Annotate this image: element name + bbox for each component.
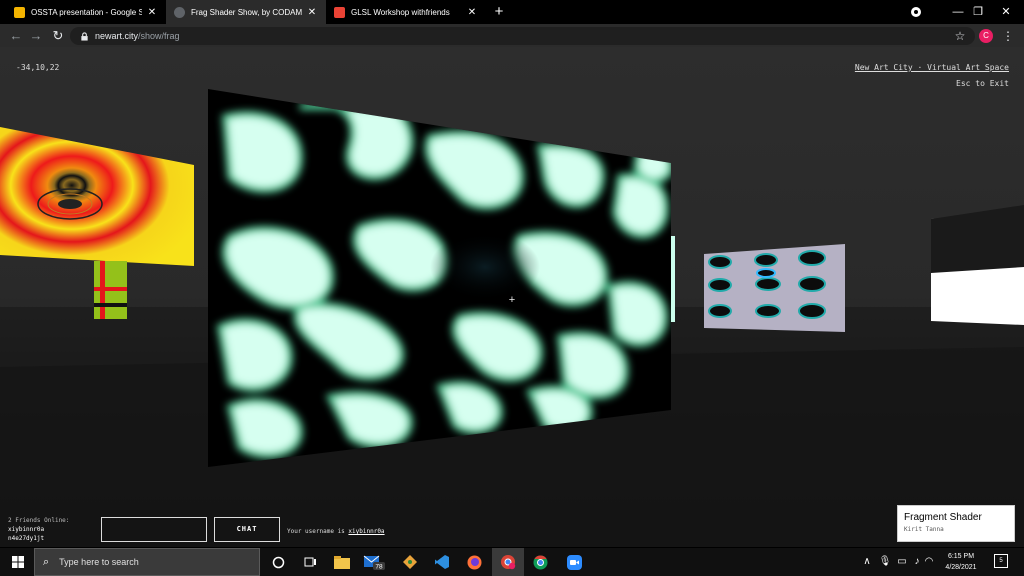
close-tab-icon[interactable]: ✕ — [306, 7, 318, 18]
clock-date: 4/28/2021 — [945, 564, 977, 571]
address-bar[interactable]: newart.city/show/frag — [70, 27, 975, 45]
browser-toolbar: ← → ↻ newart.city/show/frag ☆ C ⋮ — [0, 24, 1024, 47]
username-label: Your username is xiybinnr0a — [287, 528, 385, 535]
new-tab-button[interactable]: + — [490, 3, 508, 21]
friends-online-heading: 2 Friends Online: — [8, 517, 70, 524]
new-art-city-link[interactable]: New Art City · Virtual Art Space — [855, 63, 1009, 72]
clock-time: 6:15 PM — [947, 553, 975, 560]
battery-icon[interactable]: ▭ — [894, 548, 910, 576]
tab-ossta-presentation[interactable]: OSSTA presentation - Google Sli ✕ — [6, 0, 166, 24]
friends-online-panel: 2 Friends Online: xiybinnr0a n4e27dy1jt — [8, 516, 69, 543]
username-link[interactable]: xiybinnr0a — [348, 528, 384, 535]
bookmark-star-icon[interactable]: ☆ — [952, 27, 968, 45]
artwork-pattern-panel — [704, 244, 845, 332]
username-prefix: Your username is — [287, 528, 349, 535]
profile-avatar[interactable]: C — [979, 29, 993, 43]
search-icon: ⌕ — [43, 555, 50, 568]
tab-glsl-workshop[interactable]: GLSL Workshop withfriends ✕ — [326, 0, 486, 24]
artwork-artist: Kirit Tanna — [904, 526, 944, 533]
browser-tab-strip: OSSTA presentation - Google Sli ✕ Frag S… — [0, 0, 1024, 24]
chrome-icon[interactable] — [524, 548, 556, 576]
exit-hint: Esc to Exit — [956, 79, 1009, 88]
artwork-title: Fragment Shader — [904, 512, 982, 523]
tab-title: GLSL Workshop withfriends — [351, 7, 450, 17]
git-kraken-icon[interactable] — [394, 548, 426, 576]
tab-title: OSSTA presentation - Google Sli — [31, 7, 142, 17]
taskbar-search-box[interactable]: ⌕ Type here to search — [34, 548, 260, 576]
withfriends-icon — [334, 6, 345, 18]
friend-name: n4e27dy1jt — [8, 535, 45, 542]
zoom-icon[interactable] — [558, 548, 590, 576]
back-arrow-icon[interactable]: ← — [6, 26, 26, 46]
media-control-icon[interactable] — [911, 7, 921, 17]
windows-start-icon[interactable] — [2, 548, 34, 576]
cortana-icon[interactable] — [262, 548, 294, 576]
chrome-profile-icon[interactable] — [492, 548, 524, 576]
chat-button[interactable]: CHAT — [214, 517, 280, 542]
windows-taskbar: ⌕ Type here to search 78 ∧ 🎙︎ ▭ ♪ ◠ 6:15… — [0, 548, 1024, 576]
crosshair-icon: + — [508, 294, 516, 306]
reload-icon[interactable]: ↻ — [48, 26, 68, 46]
tab-frag-shader-show[interactable]: Frag Shader Show, by CODAME ✕ — [166, 0, 326, 24]
tab-title: Frag Shader Show, by CODAME — [191, 7, 302, 17]
chevron-up-icon[interactable]: ∧ — [860, 548, 874, 576]
google-slides-icon — [14, 6, 25, 18]
artwork-info-card[interactable]: Fragment Shader Kirit Tanna — [897, 505, 1015, 542]
system-clock[interactable]: 6:15 PM 4/28/2021 — [935, 551, 987, 573]
chat-input[interactable] — [101, 517, 207, 542]
mail-icon[interactable]: 78 — [358, 548, 390, 576]
url-host: newart.city — [95, 31, 139, 41]
lock-icon — [81, 31, 88, 41]
globe-icon — [174, 6, 185, 18]
microphone-icon[interactable]: 🎙︎ — [878, 548, 892, 576]
file-explorer-icon[interactable] — [326, 548, 358, 576]
firefox-icon[interactable] — [458, 548, 490, 576]
url-path: /show/frag — [138, 31, 180, 41]
close-window-button[interactable]: ✕ — [986, 0, 1024, 24]
close-tab-icon[interactable]: ✕ — [466, 7, 478, 18]
close-tab-icon[interactable]: ✕ — [146, 7, 158, 18]
notification-center-icon[interactable]: 5 — [994, 554, 1008, 568]
friend-name: xiybinnr0a — [8, 526, 45, 533]
mail-badge-count: 78 — [375, 564, 383, 571]
menu-dots-icon[interactable]: ⋮ — [1001, 27, 1015, 45]
position-coordinates: -34,10,22 — [16, 63, 60, 72]
search-placeholder: Type here to search — [59, 557, 139, 567]
virtual-gallery-viewport[interactable]: -34,10,22 New Art City · Virtual Art Spa… — [0, 47, 1024, 547]
task-view-icon[interactable] — [294, 548, 326, 576]
wifi-icon[interactable]: ◠ — [922, 548, 936, 576]
vscode-icon[interactable] — [426, 548, 458, 576]
forward-arrow-icon[interactable]: → — [26, 26, 46, 46]
